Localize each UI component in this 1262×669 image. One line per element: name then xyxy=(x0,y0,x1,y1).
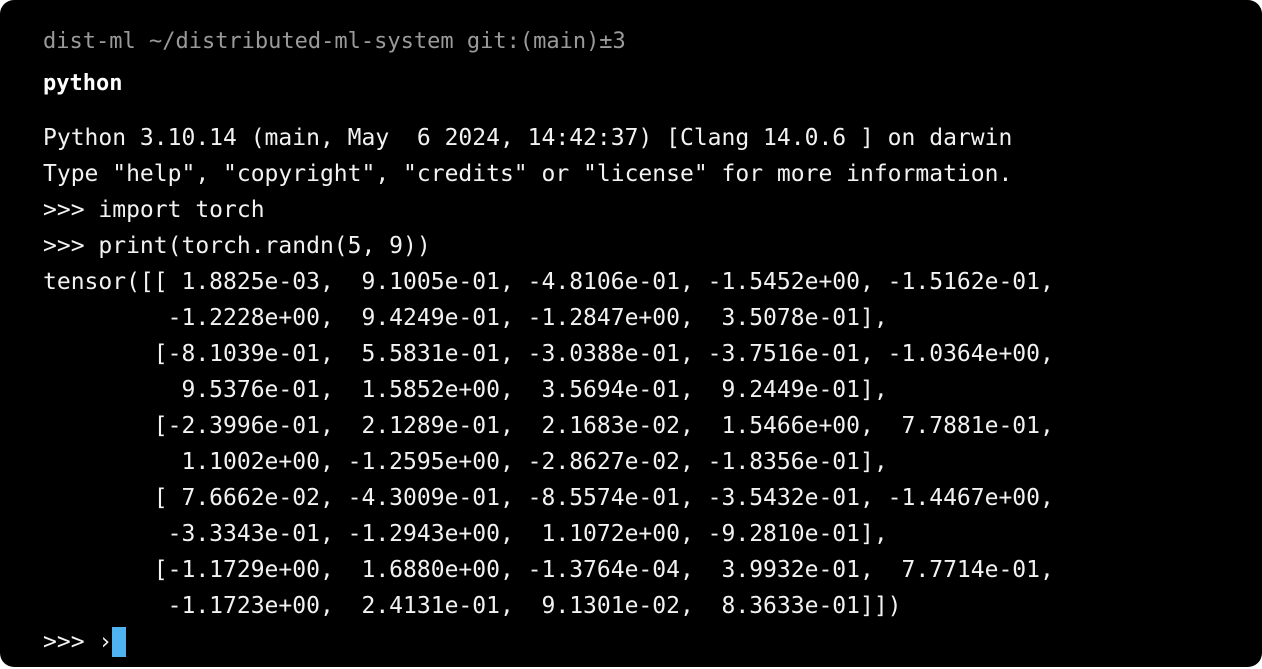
tensor-output-line: [ 7.6662e-02, -4.3009e-01, -8.5574e-01, … xyxy=(43,485,1054,511)
input-caret-icon: › xyxy=(98,629,113,655)
tensor-output-line: [-2.3996e-01, 2.1289e-01, 2.1683e-02, 1.… xyxy=(43,413,1054,439)
text-cursor[interactable] xyxy=(112,627,127,657)
active-repl-prompt[interactable]: >>> › xyxy=(43,624,1054,660)
shell-prompt: dist-ml ~/distributed-ml-system git:(mai… xyxy=(43,24,626,60)
python-version-line: Python 3.10.14 (main, May 6 2024, 14:42:… xyxy=(43,125,1013,151)
env-name: dist-ml xyxy=(43,29,136,54)
git-status: git:(main)±3 xyxy=(466,29,626,54)
tensor-output-line: -3.3343e-01, -1.2943e+00, 1.1072e+00, -9… xyxy=(43,521,888,547)
entered-command: python xyxy=(43,71,123,96)
tensor-output-line: 9.5376e-01, 1.5852e+00, 3.5694e-01, 9.24… xyxy=(43,377,888,403)
python-help-line: Type "help", "copyright", "credits" or "… xyxy=(43,161,1013,187)
shell-prompt-block: dist-ml ~/distributed-ml-system git:(mai… xyxy=(43,24,626,102)
tensor-output-line: [-8.1039e-01, 5.5831e-01, -3.0388e-01, -… xyxy=(43,341,1054,367)
tensor-output-line: [-1.1729e+00, 1.6880e+00, -1.3764e-04, 3… xyxy=(43,557,1054,583)
tensor-output-line: -1.1723e+00, 2.4131e-01, 9.1301e-02, 8.3… xyxy=(43,593,902,619)
tensor-output-line: -1.2228e+00, 9.4249e-01, -1.2847e+00, 3.… xyxy=(43,305,888,331)
repl-prompt-symbol: >>> xyxy=(43,629,99,655)
terminal-output: Python 3.10.14 (main, May 6 2024, 14:42:… xyxy=(43,120,1054,660)
tensor-output-line: 1.1002e+00, -1.2595e+00, -2.8627e-02, -1… xyxy=(43,449,888,475)
tensor-output-line: tensor([[ 1.8825e-03, 9.1005e-01, -4.810… xyxy=(43,269,1054,295)
terminal-window[interactable]: dist-ml ~/distributed-ml-system git:(mai… xyxy=(0,0,1262,667)
repl-input-line: >>> import torch xyxy=(43,197,265,223)
repl-input-line: >>> print(torch.randn(5, 9)) xyxy=(43,233,431,259)
working-directory: ~/distributed-ml-system xyxy=(148,29,454,54)
